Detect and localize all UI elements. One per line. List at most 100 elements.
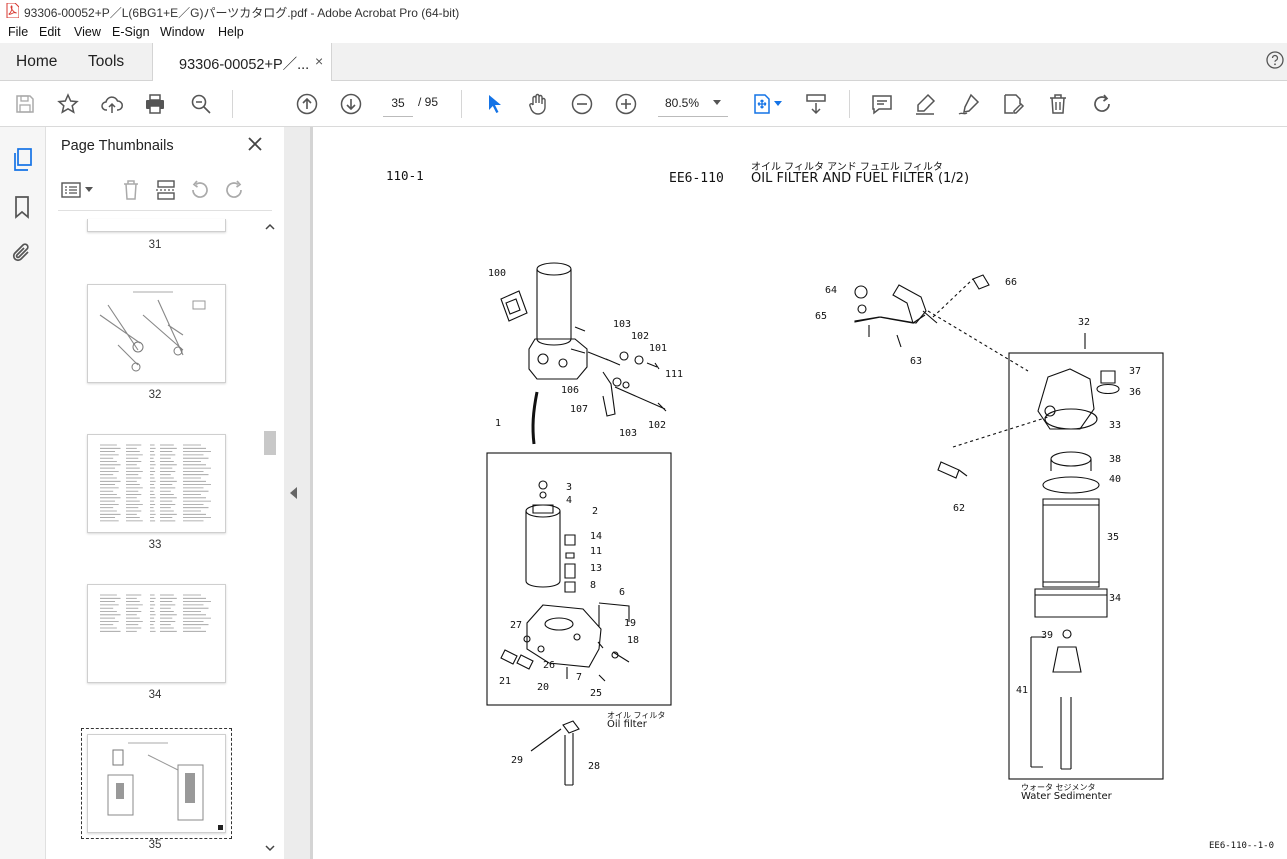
water-sedimenter-label-en: Water Sedimenter [1021, 791, 1112, 802]
extract-pages-icon[interactable] [155, 179, 177, 201]
chevron-down-icon[interactable] [85, 187, 93, 193]
callout-100: 100 [488, 268, 507, 279]
chevron-down-icon [713, 100, 721, 105]
toolbar: 35 / 95 80.5% [0, 81, 1287, 127]
page-total: / 95 [418, 95, 439, 109]
rotate-clockwise-icon[interactable] [223, 179, 245, 201]
upload-cloud-icon[interactable] [100, 92, 124, 116]
thumbnail-page-31[interactable] [87, 219, 226, 232]
menu-file[interactable]: File [8, 25, 28, 39]
menu-help[interactable]: Help [218, 25, 244, 39]
toolbar-separator [849, 90, 850, 118]
thumbnail-page-34[interactable] [87, 584, 226, 683]
zoom-in-icon[interactable] [614, 92, 638, 116]
thumbnail-preview [107, 742, 223, 830]
menu-window[interactable]: Window [160, 25, 204, 39]
delete-page-icon[interactable] [121, 179, 141, 201]
callout-2: 2 [592, 506, 599, 517]
callout-36: 36 [1129, 387, 1142, 398]
highlight-pen-icon[interactable] [913, 92, 937, 116]
rotate-counterclockwise-icon[interactable] [189, 179, 211, 201]
callout-25: 25 [590, 688, 603, 699]
callout-107: 107 [570, 404, 589, 415]
zoom-out-icon[interactable] [570, 92, 594, 116]
thumbnail-preview [100, 594, 211, 632]
callout-3: 3 [566, 482, 573, 493]
callout-111: 111 [665, 369, 684, 380]
collapse-arrow-icon[interactable] [290, 487, 298, 499]
menu-view[interactable]: View [74, 25, 101, 39]
attachment-paperclip-icon[interactable] [11, 241, 33, 265]
document-viewer[interactable]: 110-1 EE6-110 オイル フィルタ アンド フュエル フィルタ OIL… [310, 127, 1287, 859]
thumbnail-page-32[interactable] [87, 284, 226, 383]
chevron-down-icon[interactable] [774, 101, 782, 107]
select-cursor-icon[interactable] [483, 92, 507, 116]
thumbnail-label: 33 [148, 539, 162, 551]
callout-101: 101 [649, 343, 668, 354]
scroll-mode-icon[interactable] [804, 92, 828, 116]
page-number-input[interactable]: 35 [383, 90, 413, 117]
thumbnail-label: 34 [148, 689, 162, 701]
callout-41: 41 [1016, 685, 1029, 696]
parts-diagram [486, 262, 1164, 786]
thumbnail-options-icon[interactable] [61, 181, 83, 199]
panel-title: Page Thumbnails [61, 138, 174, 154]
panel-collapse-bar[interactable] [284, 127, 310, 859]
thumbnail-label: 32 [148, 389, 162, 401]
callout-20: 20 [537, 682, 550, 693]
callout-40: 40 [1109, 474, 1122, 485]
callout-102: 102 [631, 331, 650, 342]
callout-33: 33 [1109, 420, 1122, 431]
thumbnail-label: 35 [148, 839, 162, 851]
tab-document[interactable]: 93306-00052+P／... × [152, 43, 332, 81]
zoom-level-select[interactable]: 80.5% [658, 90, 728, 117]
thumbnail-page-35[interactable] [87, 734, 226, 833]
toolbar-separator [232, 90, 233, 118]
thumbnail-preview [99, 291, 206, 372]
hand-tool-icon[interactable] [526, 92, 550, 116]
comment-icon[interactable] [870, 92, 894, 116]
help-icon[interactable] [1266, 51, 1284, 69]
scroll-up-icon[interactable] [265, 223, 275, 230]
print-icon[interactable] [143, 92, 167, 116]
bookmark-icon[interactable] [13, 195, 31, 219]
oil-filter-label-en: Oil filter [607, 719, 647, 730]
menu-esign[interactable]: E-Sign [112, 25, 150, 39]
bookmark-star-icon[interactable] [56, 92, 80, 116]
document-tab-label: 93306-00052+P／... [179, 57, 310, 73]
panel-toolbar [58, 170, 272, 211]
edit-document-icon[interactable] [1001, 92, 1025, 116]
callout-29: 29 [511, 755, 524, 766]
thumbnail-label: 31 [148, 239, 162, 251]
close-tab-icon[interactable]: × [315, 53, 323, 69]
sign-pen-icon[interactable] [957, 92, 981, 116]
thumbnail-page-33[interactable] [87, 434, 226, 533]
callout-102: 102 [648, 420, 667, 431]
rotate-redo-icon[interactable] [1090, 92, 1114, 116]
scroll-down-icon[interactable] [265, 845, 275, 852]
tab-home[interactable]: Home [16, 53, 57, 71]
thumbnail-scrollbar[interactable] [262, 219, 278, 855]
callout-18: 18 [627, 635, 640, 646]
callout-103: 103 [613, 319, 632, 330]
toolbar-separator [461, 90, 462, 118]
callout-63: 63 [910, 356, 923, 367]
save-icon[interactable] [13, 92, 37, 116]
callout-64: 64 [825, 285, 838, 296]
fit-page-icon[interactable] [750, 92, 774, 116]
delete-trash-icon[interactable] [1046, 92, 1070, 116]
page-thumbnails-icon[interactable] [11, 147, 35, 173]
callout-28: 28 [588, 761, 601, 772]
next-page-icon[interactable] [339, 92, 363, 116]
callout-103: 103 [619, 428, 638, 439]
menu-edit[interactable]: Edit [39, 25, 61, 39]
close-panel-icon[interactable] [247, 136, 263, 152]
callout-32: 32 [1078, 317, 1091, 328]
tab-tools[interactable]: Tools [88, 53, 124, 71]
scrollbar-thumb[interactable] [264, 431, 276, 455]
thumbnail-preview [100, 444, 211, 522]
zoom-search-icon[interactable] [189, 92, 213, 116]
thumbnails-panel: Page Thumbnails 31 32 33 34 35 [46, 127, 285, 859]
previous-page-icon[interactable] [295, 92, 319, 116]
left-rail [0, 127, 46, 859]
